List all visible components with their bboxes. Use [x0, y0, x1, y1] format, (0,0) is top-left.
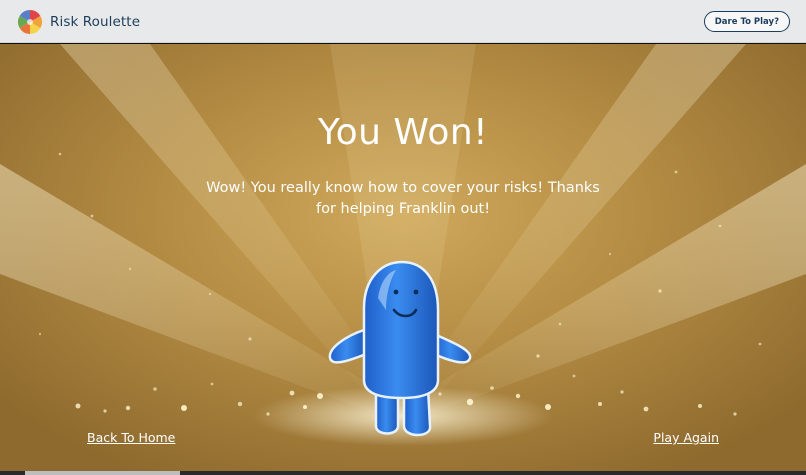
result-title: You Won!: [317, 112, 489, 153]
dare-to-play-button[interactable]: Dare To Play?: [703, 11, 790, 32]
blue-blob-mascot-icon: [328, 260, 472, 437]
color-wheel-icon: [17, 9, 43, 35]
play-again-link[interactable]: Play Again: [653, 430, 719, 445]
top-nav-bar: Risk Roulette Dare To Play?: [0, 0, 806, 43]
bottom-scroll-strip: [0, 471, 806, 475]
app-name: Risk Roulette: [50, 14, 141, 30]
result-message: Wow! You really know how to cover your r…: [206, 180, 600, 217]
back-to-home-link[interactable]: Back To Home: [87, 430, 175, 445]
bottom-scroll-thumb[interactable]: [25, 471, 180, 475]
win-stage: You Won! Wow! You really know how to cov…: [0, 44, 806, 475]
app-root: Risk Roulette Dare To Play? You Won! Wow…: [0, 0, 806, 475]
brand[interactable]: Risk Roulette: [17, 9, 140, 35]
